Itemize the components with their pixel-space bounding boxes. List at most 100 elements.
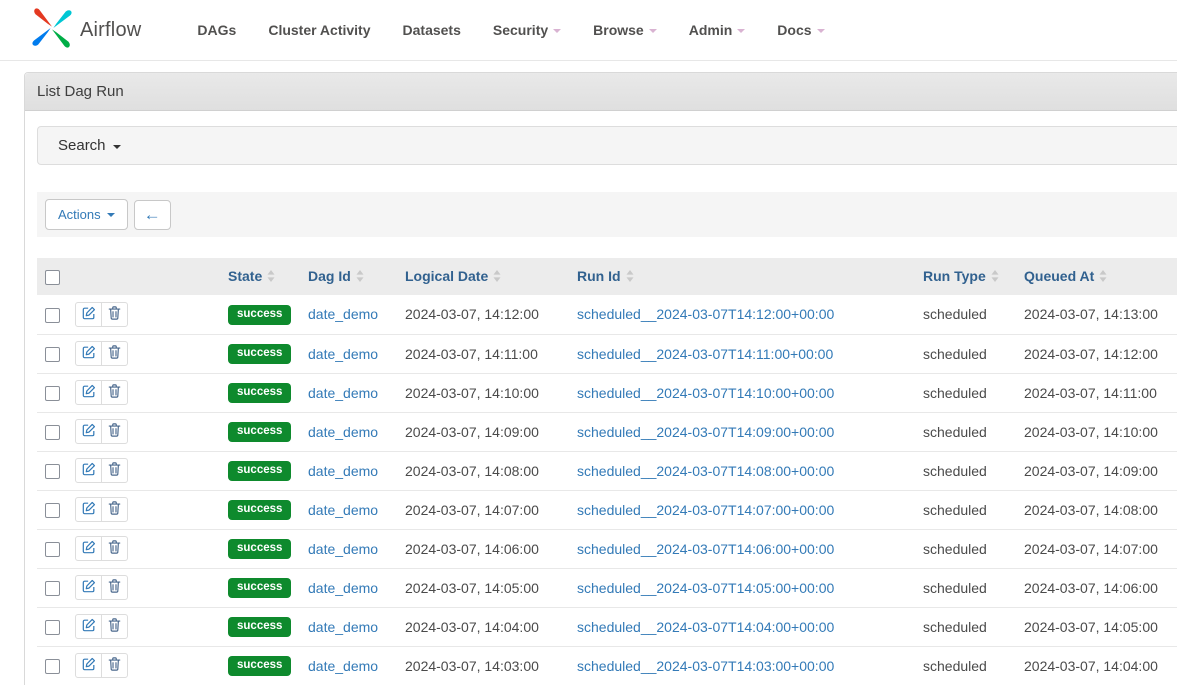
column-header-logical-date[interactable]: Logical Date bbox=[397, 258, 569, 295]
run-id-link[interactable]: scheduled__2024-03-07T14:12:00+00:00 bbox=[577, 306, 834, 322]
delete-record-button[interactable] bbox=[101, 575, 128, 600]
delete-record-button[interactable] bbox=[101, 497, 128, 522]
nav-item-browse[interactable]: Browse bbox=[577, 22, 673, 38]
trash-icon bbox=[108, 345, 121, 362]
sort-icon bbox=[267, 269, 275, 285]
delete-record-button[interactable] bbox=[101, 419, 128, 444]
back-button[interactable]: ← bbox=[134, 200, 171, 230]
edit-record-button[interactable] bbox=[75, 341, 102, 366]
column-header-run-type[interactable]: Run Type bbox=[915, 258, 1016, 295]
edit-record-button[interactable] bbox=[75, 419, 102, 444]
edit-pencil-icon bbox=[82, 618, 96, 635]
row-checkbox[interactable] bbox=[45, 308, 60, 323]
column-header-state[interactable]: State bbox=[220, 258, 300, 295]
column-label: Logical Date bbox=[405, 268, 488, 284]
column-header-run-id[interactable]: Run Id bbox=[569, 258, 915, 295]
table-header: State Dag Id Logical Date Run Id Run Typ bbox=[37, 258, 1177, 295]
row-checkbox[interactable] bbox=[45, 503, 60, 518]
edit-record-button[interactable] bbox=[75, 380, 102, 405]
edit-record-button[interactable] bbox=[75, 614, 102, 639]
delete-record-button[interactable] bbox=[101, 302, 128, 327]
trash-icon bbox=[108, 501, 121, 518]
nav-item-cluster-activity[interactable]: Cluster Activity bbox=[252, 22, 386, 38]
nav-item-admin[interactable]: Admin bbox=[673, 22, 762, 38]
row-checkbox[interactable] bbox=[45, 542, 60, 557]
run-id-link[interactable]: scheduled__2024-03-07T14:07:00+00:00 bbox=[577, 502, 834, 518]
column-header-dag-id[interactable]: Dag Id bbox=[300, 258, 397, 295]
nav-item-docs[interactable]: Docs bbox=[761, 22, 840, 38]
queued-at-value: 2024-03-07, 14:05:00 bbox=[1024, 619, 1158, 635]
delete-record-button[interactable] bbox=[101, 458, 128, 483]
nav-item-datasets[interactable]: Datasets bbox=[387, 22, 477, 38]
run-id-link[interactable]: scheduled__2024-03-07T14:10:00+00:00 bbox=[577, 385, 834, 401]
run-id-link[interactable]: scheduled__2024-03-07T14:09:00+00:00 bbox=[577, 424, 834, 440]
dag-id-link[interactable]: date_demo bbox=[308, 502, 378, 518]
select-all-checkbox[interactable] bbox=[45, 270, 60, 285]
run-id-link[interactable]: scheduled__2024-03-07T14:04:00+00:00 bbox=[577, 619, 834, 635]
row-checkbox[interactable] bbox=[45, 659, 60, 674]
nav-item-dags[interactable]: DAGs bbox=[181, 22, 252, 38]
edit-record-button[interactable] bbox=[75, 653, 102, 678]
dag-id-link[interactable]: date_demo bbox=[308, 306, 378, 322]
run-id-link[interactable]: scheduled__2024-03-07T14:11:00+00:00 bbox=[577, 346, 833, 362]
search-accordion-toggle[interactable]: Search bbox=[37, 126, 1177, 165]
chevron-down-icon bbox=[737, 29, 745, 33]
trash-icon bbox=[108, 384, 121, 401]
queued-at-value: 2024-03-07, 14:12:00 bbox=[1024, 346, 1158, 362]
dag-id-link[interactable]: date_demo bbox=[308, 424, 378, 440]
run-id-link[interactable]: scheduled__2024-03-07T14:05:00+00:00 bbox=[577, 580, 834, 596]
edit-record-button[interactable] bbox=[75, 575, 102, 600]
airflow-brand[interactable]: Airflow bbox=[30, 6, 141, 55]
row-checkbox[interactable] bbox=[45, 425, 60, 440]
column-header-queued-at[interactable]: Queued At bbox=[1016, 258, 1177, 295]
nav-item-security[interactable]: Security bbox=[477, 22, 577, 38]
airflow-pinwheel-icon bbox=[30, 6, 74, 55]
run-id-link[interactable]: scheduled__2024-03-07T14:03:00+00:00 bbox=[577, 658, 834, 674]
row-actions bbox=[75, 575, 128, 600]
column-label: Run Type bbox=[923, 268, 986, 284]
delete-record-button[interactable] bbox=[101, 380, 128, 405]
sort-icon bbox=[1099, 269, 1107, 285]
dag-id-link[interactable]: date_demo bbox=[308, 541, 378, 557]
run-type-value: scheduled bbox=[923, 541, 987, 557]
queued-at-value: 2024-03-07, 14:11:00 bbox=[1024, 385, 1157, 401]
actions-dropdown-button[interactable]: Actions bbox=[45, 199, 128, 230]
edit-pencil-icon bbox=[82, 384, 96, 401]
delete-record-button[interactable] bbox=[101, 653, 128, 678]
edit-record-button[interactable] bbox=[75, 458, 102, 483]
delete-record-button[interactable] bbox=[101, 341, 128, 366]
list-dag-run-panel: List Dag Run Search Actions ← bbox=[24, 72, 1177, 685]
logical-date-value: 2024-03-07, 14:08:00 bbox=[405, 463, 539, 479]
row-checkbox[interactable] bbox=[45, 347, 60, 362]
nav-label: Browse bbox=[593, 22, 644, 38]
delete-record-button[interactable] bbox=[101, 536, 128, 561]
trash-icon bbox=[108, 423, 121, 440]
edit-record-button[interactable] bbox=[75, 302, 102, 327]
run-id-link[interactable]: scheduled__2024-03-07T14:06:00+00:00 bbox=[577, 541, 834, 557]
state-badge: success bbox=[228, 383, 291, 403]
dag-id-link[interactable]: date_demo bbox=[308, 346, 378, 362]
run-id-link[interactable]: scheduled__2024-03-07T14:08:00+00:00 bbox=[577, 463, 834, 479]
edit-record-button[interactable] bbox=[75, 536, 102, 561]
trash-icon bbox=[108, 462, 121, 479]
edit-record-button[interactable] bbox=[75, 497, 102, 522]
dag-id-link[interactable]: date_demo bbox=[308, 385, 378, 401]
edit-pencil-icon bbox=[82, 462, 96, 479]
row-checkbox[interactable] bbox=[45, 620, 60, 635]
row-actions bbox=[75, 653, 128, 678]
delete-record-button[interactable] bbox=[101, 614, 128, 639]
row-checkbox[interactable] bbox=[45, 581, 60, 596]
dag-id-link[interactable]: date_demo bbox=[308, 463, 378, 479]
trash-icon bbox=[108, 657, 121, 674]
dagrun-table-body: success date_demo 2024-03-07, 14:12:00 s… bbox=[37, 295, 1177, 685]
dag-id-link[interactable]: date_demo bbox=[308, 580, 378, 596]
dag-id-link[interactable]: date_demo bbox=[308, 619, 378, 635]
row-checkbox[interactable] bbox=[45, 386, 60, 401]
run-type-value: scheduled bbox=[923, 580, 987, 596]
sort-icon bbox=[356, 269, 364, 285]
dag-run-table: State Dag Id Logical Date Run Id Run Typ bbox=[37, 258, 1177, 685]
row-actions bbox=[75, 380, 128, 405]
actions-column-header bbox=[67, 258, 220, 295]
row-checkbox[interactable] bbox=[45, 464, 60, 479]
dag-id-link[interactable]: date_demo bbox=[308, 658, 378, 674]
